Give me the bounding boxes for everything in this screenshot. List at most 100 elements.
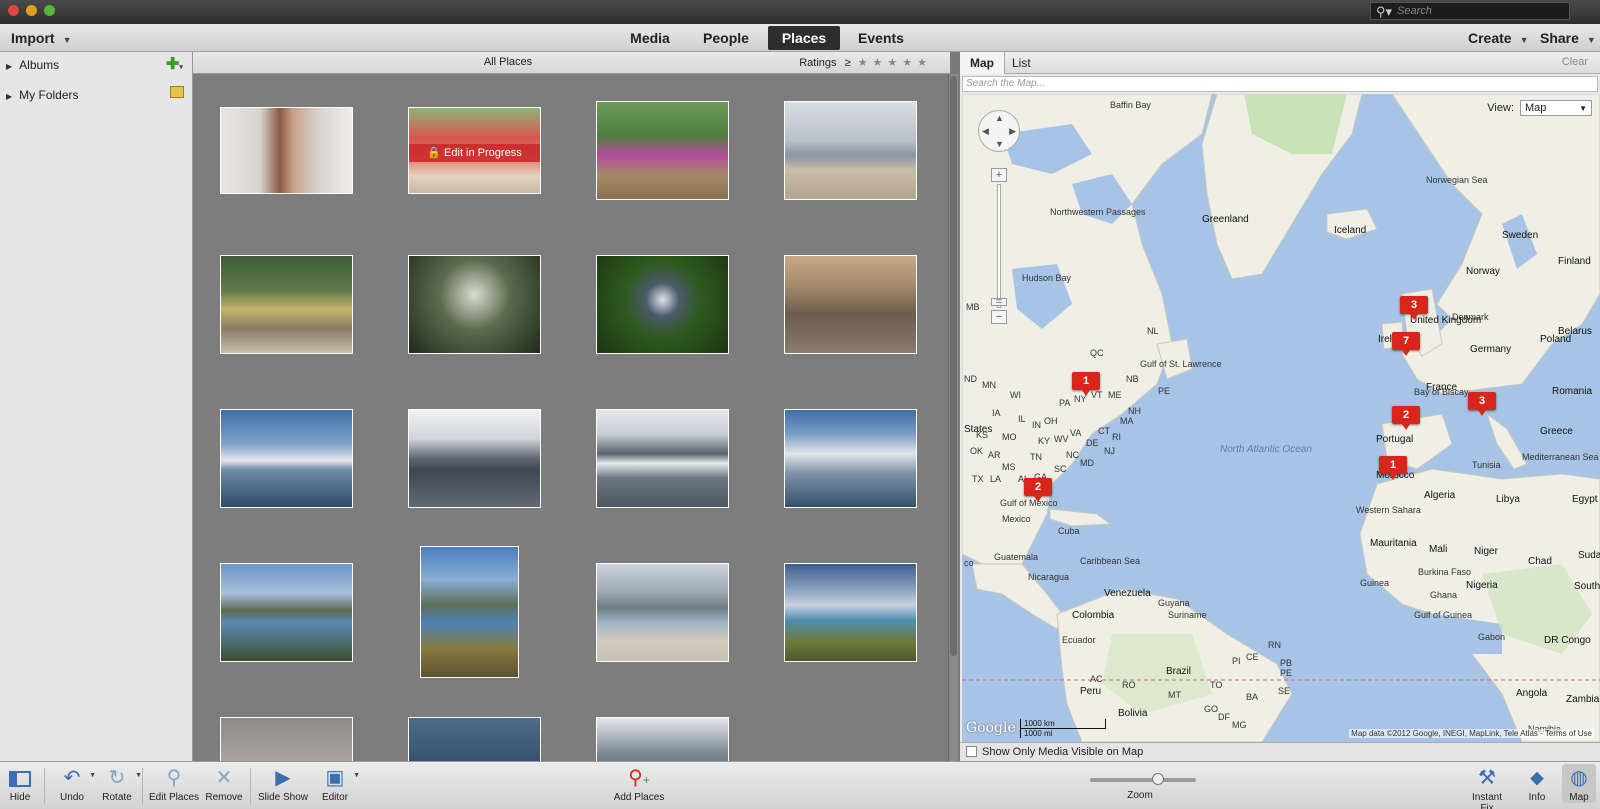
add-places-button[interactable]: ⚲+ Add Places	[612, 764, 666, 803]
tab-map[interactable]: Map	[960, 52, 1005, 74]
edit-places-button[interactable]: ⚲ Edit Places	[148, 764, 200, 803]
photo-thumbnail[interactable]	[220, 255, 353, 354]
photo-thumbnail[interactable]	[408, 255, 541, 354]
grid-scrollbar[interactable]	[948, 74, 958, 761]
photo-thumbnail[interactable]	[220, 717, 353, 761]
zoom-out-button[interactable]: −	[991, 310, 1007, 324]
info-label: Info	[1528, 792, 1546, 803]
zoom-slider-handle[interactable]: =	[991, 297, 1007, 308]
clear-button[interactable]: Clear	[1562, 56, 1588, 68]
show-only-visible-checkbox[interactable]	[966, 746, 977, 757]
map-search-input[interactable]: Search the Map...	[962, 76, 1598, 92]
map-pin[interactable]: 7	[1392, 332, 1420, 356]
rating-stars[interactable]: ★★★★★	[858, 57, 932, 69]
map-label: Brazil	[1166, 666, 1192, 677]
my-folders-item[interactable]: ▶ My Folders	[6, 88, 79, 102]
map-label: Bolivia	[1118, 708, 1148, 719]
chevron-down-icon: ▼	[1519, 35, 1529, 45]
zoom-slider[interactable]	[1090, 773, 1196, 785]
photo-thumbnail[interactable]	[596, 409, 729, 508]
photo-thumbnail[interactable]	[784, 255, 917, 354]
photo-thumbnail[interactable]	[220, 409, 353, 508]
photo-thumbnail[interactable]	[784, 563, 917, 662]
zoom-in-button[interactable]: +	[991, 168, 1007, 182]
map-pin[interactable]: 2	[1392, 406, 1420, 430]
photo-thumbnail[interactable]	[596, 717, 729, 761]
photo-thumbnail[interactable]	[596, 563, 729, 662]
map-view[interactable]: ▲ ▼ ◀ ▶ + = − View: Map ▼ Greenland Iceland …	[962, 94, 1600, 742]
tab-list[interactable]: List	[1002, 52, 1041, 74]
map-pin[interactable]: 3	[1400, 296, 1428, 320]
map-pin[interactable]: 1	[1379, 456, 1407, 480]
map-label: NC	[1066, 450, 1079, 460]
search-input[interactable]: ⚲▾ Search	[1370, 2, 1570, 20]
add-album-icon[interactable]: ✚▾	[166, 54, 183, 74]
remove-icon: ✕	[215, 767, 233, 789]
tab-people[interactable]: People	[690, 26, 762, 50]
map-label: Northwestern Passages	[1050, 207, 1146, 217]
zoom-slider-knob[interactable]	[1152, 773, 1164, 785]
share-menu[interactable]: Share ▼	[1540, 30, 1596, 46]
scale-mi: 1000 mi	[1020, 729, 1080, 738]
photo-thumbnail[interactable]	[220, 107, 353, 194]
ratings-operator[interactable]: ≥	[845, 57, 851, 69]
tab-events[interactable]: Events	[846, 26, 916, 50]
map-pin[interactable]: 1	[1072, 372, 1100, 396]
photo-thumbnail[interactable]	[784, 409, 917, 508]
slide-show-button[interactable]: ▶ Slide Show	[256, 764, 310, 803]
map-attribution[interactable]: Map data ©2012 Google, INEGI, MapLink, T…	[1349, 729, 1594, 738]
chevron-down-icon[interactable]: ▼	[89, 772, 96, 779]
photo-thumbnail[interactable]	[420, 546, 519, 678]
photo-thumbnail[interactable]	[408, 717, 541, 761]
undo-button[interactable]: ↶ Undo ▼	[56, 764, 96, 803]
zoom-window-button[interactable]	[44, 5, 55, 16]
map-label: IA	[992, 408, 1001, 418]
zoom-track[interactable]	[997, 184, 1001, 308]
map-label: SE	[1278, 686, 1291, 696]
map-label: South Sudan	[1574, 581, 1600, 592]
create-menu[interactable]: Create ▼	[1468, 30, 1529, 46]
scale-km: 1000 km	[1020, 719, 1106, 729]
photo-thumbnail[interactable]	[596, 255, 729, 354]
map-label: VA	[1070, 428, 1082, 438]
map-label: Bay of Biscay	[1414, 387, 1469, 397]
chevron-down-icon[interactable]: ▼	[353, 772, 360, 779]
ratings-filter[interactable]: Ratings ≥ ★★★★★	[799, 56, 932, 69]
hide-button[interactable]: Hide	[4, 764, 36, 803]
map-view-select[interactable]: View: Map ▼	[1487, 100, 1592, 116]
info-button[interactable]: ⬥ Info	[1522, 764, 1552, 803]
tab-media[interactable]: Media	[616, 26, 684, 50]
map-pin[interactable]: 3	[1468, 392, 1496, 416]
instant-fix-button[interactable]: ⚒ Instant Fix	[1464, 764, 1510, 809]
folder-tree-icon[interactable]	[170, 86, 184, 98]
minimize-window-button[interactable]	[26, 5, 37, 16]
photo-thumbnail[interactable]	[596, 101, 729, 200]
photo-thumbnail[interactable]	[220, 563, 353, 662]
map-button[interactable]: ◍ Map	[1562, 764, 1596, 803]
map-label: TO	[1210, 680, 1223, 690]
panel-toggle-icon	[4, 764, 36, 792]
map-label: MD	[1080, 458, 1094, 468]
rotate-button[interactable]: ↻ Rotate ▼	[100, 764, 142, 803]
albums-item[interactable]: ▶ Albums	[6, 58, 59, 72]
photo-thumbnail[interactable]	[784, 101, 917, 200]
import-menu[interactable]: Import ▼	[11, 30, 71, 46]
close-window-button[interactable]	[8, 5, 19, 16]
photo-thumbnail[interactable]	[408, 409, 541, 508]
map-label: MS	[1002, 462, 1016, 472]
disclosure-triangle-icon[interactable]: ▶	[6, 62, 12, 71]
photo-thumbnail[interactable]: 🔒 Edit in Progress	[408, 107, 541, 194]
scrollbar-thumb[interactable]	[950, 76, 957, 656]
map-pan-control[interactable]: ▲ ▼ ◀ ▶	[978, 110, 1020, 152]
remove-button[interactable]: ✕ Remove	[204, 764, 244, 803]
view-dropdown[interactable]: Map ▼	[1520, 100, 1592, 116]
disclosure-triangle-icon[interactable]: ▶	[6, 92, 12, 101]
map-pin[interactable]: 2	[1024, 478, 1052, 502]
editor-button[interactable]: ▣ Editor ▼	[318, 764, 360, 803]
tab-places[interactable]: Places	[768, 26, 840, 50]
map-label: NJ	[1104, 446, 1115, 456]
map-label: TN	[1030, 452, 1042, 462]
import-label: Import	[11, 30, 55, 46]
map-label: NL	[1147, 326, 1159, 336]
chevron-down-icon[interactable]: ▼	[135, 772, 142, 779]
